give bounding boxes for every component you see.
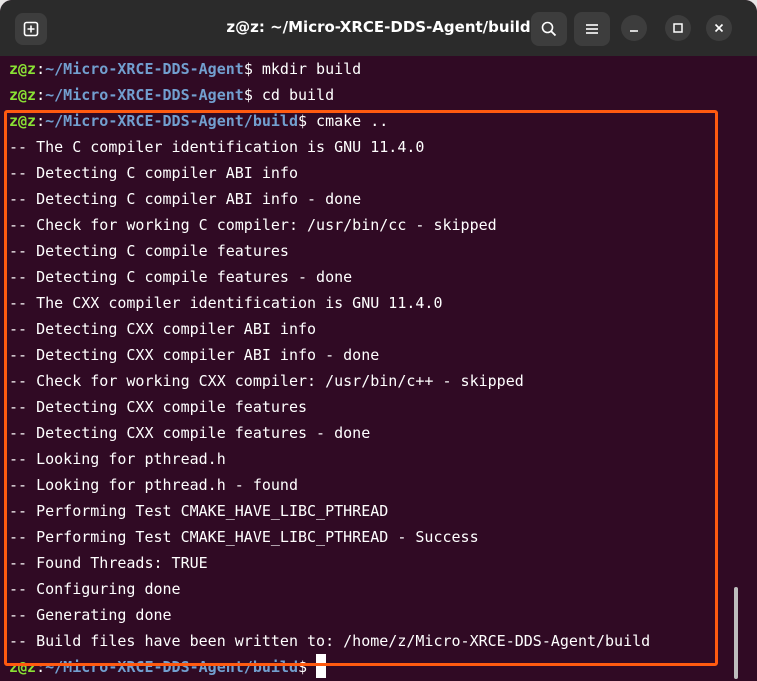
close-button[interactable] <box>706 15 732 41</box>
output-line: -- Configuring done <box>9 580 181 598</box>
output-line: -- Looking for pthread.h - found <box>9 476 298 494</box>
prompt-symbol: $ <box>298 658 308 676</box>
output-line: -- Detecting C compiler ABI info <box>9 164 298 182</box>
search-icon <box>541 21 557 37</box>
output-line: -- Performing Test CMAKE_HAVE_LIBC_PTHRE… <box>9 528 479 546</box>
minimize-button[interactable] <box>621 15 647 41</box>
prompt-path: ~/Micro-XRCE-DDS-Agent <box>45 60 244 78</box>
minimize-icon <box>630 30 638 32</box>
prompt-path: ~/Micro-XRCE-DDS-Agent/build <box>45 658 298 676</box>
prompt-separator: : <box>36 86 46 104</box>
prompt-command: mkdir build <box>252 60 362 78</box>
output-line: -- Detecting C compile features <box>9 242 289 260</box>
prompt-command <box>307 658 316 676</box>
output-line: -- Detecting CXX compile features - done <box>9 424 371 442</box>
prompt-path: ~/Micro-XRCE-DDS-Agent <box>45 86 244 104</box>
title-bar: z@z: ~/Micro-XRCE-DDS-Agent/build <box>0 0 757 56</box>
output-line: -- Detecting C compile features - done <box>9 268 353 286</box>
prompt-user: z@z <box>9 86 37 104</box>
prompt-user: z@z <box>9 658 37 676</box>
output-line: -- Check for working C compiler: /usr/bi… <box>9 216 497 234</box>
text-cursor <box>316 654 327 678</box>
terminal-content[interactable]: z@z:~/Micro-XRCE-DDS-Agent$ mkdir build … <box>0 56 757 681</box>
prompt-separator: : <box>36 60 46 78</box>
output-line: -- The C compiler identification is GNU … <box>9 138 425 156</box>
prompt-command: cd build <box>252 86 335 104</box>
prompt-separator: : <box>36 112 46 130</box>
prompt-symbol: $ <box>243 86 253 104</box>
output-line: -- Looking for pthread.h <box>9 450 226 468</box>
output-line: -- Found Threads: TRUE <box>9 554 208 572</box>
prompt-symbol: $ <box>243 60 253 78</box>
prompt-symbol: $ <box>298 112 308 130</box>
maximize-button[interactable] <box>665 15 691 41</box>
output-line: -- Detecting CXX compile features <box>9 398 308 416</box>
output-line: -- Detecting CXX compiler ABI info - don… <box>9 346 380 364</box>
prompt-line: z@z:~/Micro-XRCE-DDS-Agent$ cd build <box>9 82 334 108</box>
prompt-line: z@z:~/Micro-XRCE-DDS-Agent/build$ cmake … <box>9 108 388 134</box>
output-line: -- Detecting CXX compiler ABI info <box>9 320 317 338</box>
prompt-line: z@z:~/Micro-XRCE-DDS-Agent/build$ <box>9 654 327 680</box>
hamburger-menu-icon <box>586 24 598 34</box>
output-line: -- Performing Test CMAKE_HAVE_LIBC_PTHRE… <box>9 502 389 520</box>
prompt-line: z@z:~/Micro-XRCE-DDS-Agent$ mkdir build <box>9 56 361 82</box>
close-icon <box>714 23 724 33</box>
menu-button[interactable] <box>574 12 610 46</box>
terminal-window: z@z: ~/Micro-XRCE-DDS-Agent/build z@z:~/… <box>0 0 757 681</box>
output-line: -- Detecting C compiler ABI info - done <box>9 190 362 208</box>
output-line: -- Generating done <box>9 606 172 624</box>
maximize-icon <box>673 23 683 33</box>
output-line: -- The CXX compiler identification is GN… <box>9 294 443 312</box>
prompt-user: z@z <box>9 112 37 130</box>
prompt-command: cmake .. <box>307 112 389 130</box>
prompt-user: z@z <box>9 60 37 78</box>
prompt-separator: : <box>36 658 46 676</box>
search-button[interactable] <box>531 12 567 46</box>
output-line: -- Check for working CXX compiler: /usr/… <box>9 372 524 390</box>
prompt-path: ~/Micro-XRCE-DDS-Agent/build <box>45 112 298 130</box>
scrollbar[interactable] <box>734 587 738 679</box>
output-line: -- Build files have been written to: /ho… <box>9 632 651 650</box>
